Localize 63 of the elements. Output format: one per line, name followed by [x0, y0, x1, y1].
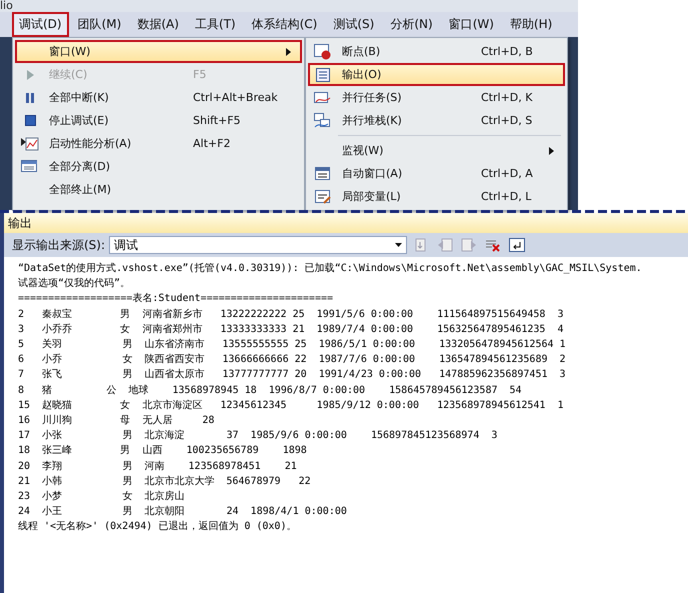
menu-bar-item[interactable]: 体系结构(C) [244, 12, 324, 37]
menu-item[interactable]: 自动窗口(A) Ctrl+D, A [308, 162, 565, 185]
left-arrow-icon [437, 238, 454, 252]
window-icon [315, 166, 331, 180]
menu-bar-item[interactable]: 数据(A) [130, 12, 186, 37]
output-line: 8 猪 公 地球 13568978945 18 1996/8/7 0:00:00 158645789456123587 54 [18, 384, 523, 398]
output-line: 16 川川狗 母 无人居 28 [18, 414, 216, 428]
pause-icon [25, 92, 35, 104]
chart-icon [21, 136, 39, 150]
window-title: lio [0, 0, 13, 12]
menu-item[interactable]: 断点(B) Ctrl+D, B [308, 40, 565, 63]
stop-icon [24, 115, 36, 126]
panel-title: 输出 [4, 213, 688, 233]
submenu-arrow-icon [549, 146, 554, 154]
menu-item[interactable]: 并行任务(S) Ctrl+D, K [308, 86, 565, 109]
window-list-icon [21, 160, 39, 174]
wrap-icon [509, 238, 526, 252]
output-line: 3 小乔乔 女 河南省郑州市 13333333333 21 1989/7/4 0:00:00 156325647895461235 4 [18, 322, 565, 337]
menu-bar-item[interactable]: 测试(S) [326, 12, 382, 37]
menu-item[interactable]: 输出(O) [308, 63, 565, 86]
output-line: 7 张飞 男 山西省太原市 13777777777 20 1991/4/23 0:00:00 147885962356897451 3 [18, 368, 567, 382]
menu-item[interactable]: 全部分离(D) [15, 155, 302, 178]
menu-item[interactable]: 启动性能分析(A) Alt+F2 [15, 132, 302, 155]
output-line: 17 小张 男 北京海淀 37 1985/9/6 0:00:00 156897845123568974 3 [18, 428, 498, 444]
output-line: 15 赵晓猫 女 北京市海淀区 12345612345 1985/9/12 0:00:00 123568978945612541 1 [18, 398, 565, 413]
output-line: 试器选项“仅我的代码”。 [18, 276, 132, 292]
document-icon [316, 68, 330, 82]
output-line: 24 小王 男 北京朝阳 24 1898/4/1 0:00:00 [18, 504, 348, 520]
right-arrow-icon [461, 238, 478, 252]
output-line: 线程 '<无名称>' (0x2494) 已退出，返回值为 0 (0x0)。 [18, 520, 298, 534]
output-line: 2 秦叔宝 男 河南省新乡市 13222222222 25 1991/5/6 0:00:00 111564897515649458 3 [18, 308, 565, 322]
caret-icon [395, 243, 402, 247]
clear-icon [485, 238, 502, 252]
output-line: ===================表名:Student====================== [18, 292, 334, 306]
menu-bar-item[interactable]: 分析(N) [383, 12, 440, 37]
source-dropdown[interactable]: 调试 [109, 236, 408, 254]
word-wrap-button[interactable] [507, 236, 528, 254]
output-line: 5 关羽 男 山东省济南市 13555555555 25 1986/5/1 0:00:00 1332056478945612564 1 [18, 338, 567, 352]
menu-bar-item[interactable]: 团队(M) [70, 12, 128, 37]
output-line: 23 小梦 女 北京房山 [18, 490, 186, 504]
menu-item[interactable]: 全部中断(K) Ctrl+Alt+Break [15, 86, 302, 109]
output-line: 18 张三峰 男 山西 100235656789 1898 [18, 444, 308, 458]
menu-bar-item[interactable]: 调试(D) [12, 12, 69, 37]
menu-item[interactable]: 全部终止(M) [15, 178, 302, 201]
menu-item[interactable]: 窗口(W) [15, 40, 302, 63]
menu-item[interactable]: 监视(W) [308, 139, 565, 162]
play-icon [25, 68, 35, 80]
source-label: 显示输出来源(S): [12, 236, 106, 254]
window-pen-icon [315, 190, 331, 204]
output-line: 20 李翔 男 河南 123568978451 21 [18, 460, 298, 474]
menu-item[interactable]: 局部变量(L) Ctrl+D, L [308, 185, 565, 208]
output-line: 6 小乔 女 陕西省西安市 13666666666 22 1987/7/6 0:00:00 136547894561235689 2 [18, 352, 567, 368]
output-line: 21 小韩 男 北京市北京大学 564678979 22 [18, 474, 312, 489]
output-line: “DataSet的使用方式.vshost.exe”(托管(v4.0.30319)): 已加载“C:\Windows\Microsoft.Net\assembly\GAC_MSIL\System. [18, 262, 643, 276]
menu-bar-item[interactable]: 窗口(W) [442, 12, 501, 37]
menu-item[interactable]: 并行堆栈(K) Ctrl+D, S [308, 109, 565, 132]
menu-bar-item[interactable]: 工具(T) [188, 12, 243, 37]
menu-bar-item[interactable]: 帮助(H) [502, 12, 560, 37]
tasks-icon [314, 90, 332, 106]
submenu-arrow-icon [286, 48, 291, 56]
stacks-icon [314, 112, 332, 128]
breakpoint-icon [314, 44, 332, 60]
menu-item[interactable]: 停止调试(E) Shift+F5 [15, 109, 302, 132]
